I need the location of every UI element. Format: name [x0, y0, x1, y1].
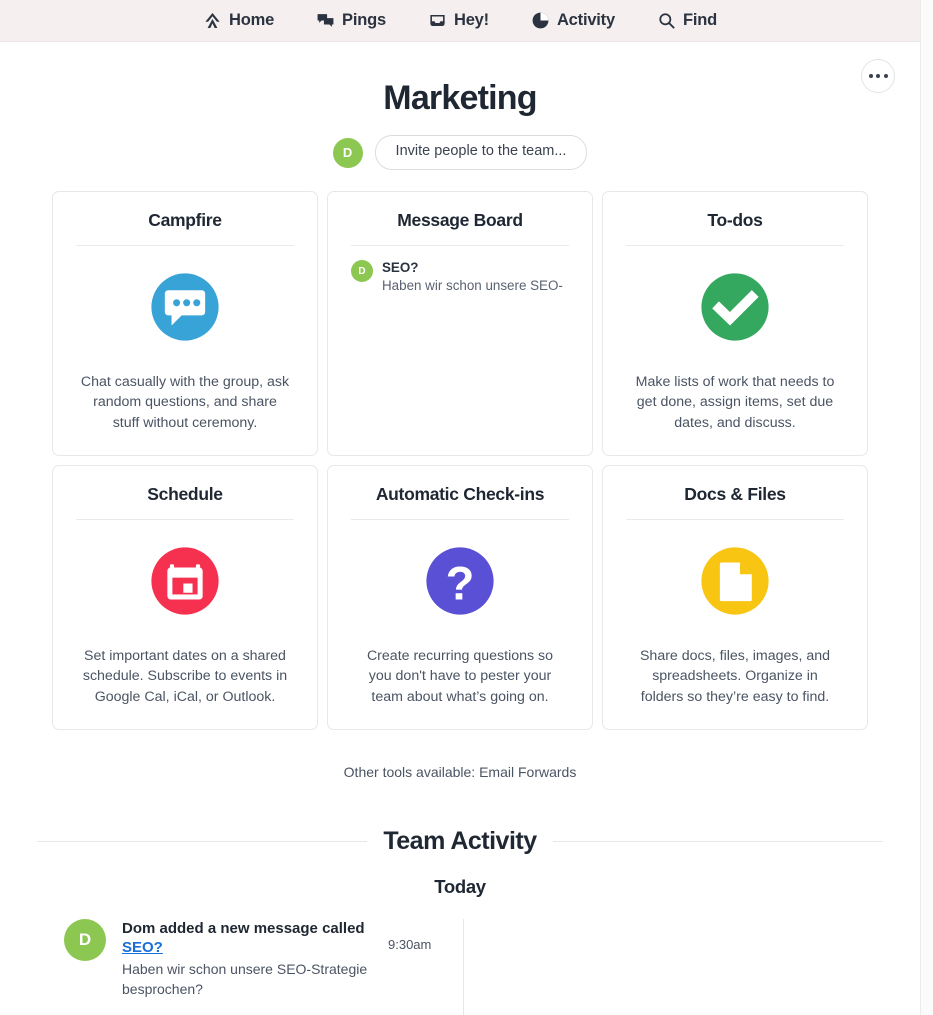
tool-card-icon-wrap — [76, 520, 294, 646]
divider-right — [552, 841, 883, 843]
chat-bubbles-icon — [316, 11, 335, 30]
calendar-icon — [143, 539, 227, 628]
document-page-icon — [693, 539, 777, 628]
message-excerpt: Haben wir schon unsere SEO- — [382, 278, 563, 294]
nav-item-pings-label: Pings — [342, 11, 386, 29]
ellipsis-dot-icon — [868, 74, 873, 78]
page-root: Home Pings Hey! Activity Find Marketing … — [0, 0, 920, 1015]
nav-item-hey-label: Hey! — [453, 11, 489, 29]
tool-card-title: Docs & Files — [626, 484, 844, 521]
tool-card-automatic-checkins[interactable]: Automatic Check-ins ? Create recurring q… — [327, 465, 593, 731]
project-header: Marketing D Invite people to the team... — [0, 42, 920, 171]
team-activity-header: Team Activity — [37, 827, 883, 856]
message-subject: SEO? — [382, 260, 419, 276]
tool-card-description: Set important dates on a shared schedule… — [82, 648, 288, 705]
other-tools-prefix: Other tools available: — [343, 764, 480, 781]
nav-item-activity[interactable]: Activity — [531, 11, 615, 30]
avatar: D — [64, 919, 106, 962]
invite-row: D Invite people to the team... — [0, 135, 920, 171]
nav-item-home[interactable]: Home — [203, 11, 274, 30]
checkmark-circle-icon — [693, 265, 777, 354]
activity-headline: Dom added a new message called — [122, 920, 365, 938]
home-tent-icon — [203, 11, 222, 30]
tool-card-icon-wrap — [626, 520, 844, 646]
ellipsis-dot-icon — [883, 74, 888, 78]
ellipsis-dot-icon — [876, 74, 880, 78]
tool-card-description: Chat casually with the group, ask random… — [80, 374, 290, 431]
nav-item-activity-label: Activity — [556, 11, 615, 29]
activity-message-link[interactable]: SEO? — [122, 939, 163, 956]
divider-left — [37, 841, 368, 843]
tool-card-icon-wrap: ? — [351, 520, 569, 646]
tool-card-description: Share docs, files, images, and spreadshe… — [639, 648, 831, 705]
activity-excerpt: Haben wir schon unsere SEO-Strategie bes… — [122, 961, 368, 997]
tool-card-title: Schedule — [76, 484, 294, 521]
activity-day-label: Today — [434, 876, 486, 898]
team-activity-title: Team Activity — [383, 827, 537, 856]
tools-grid: Campfire Chat casually with the group, a… — [52, 191, 868, 731]
svg-text:?: ? — [446, 556, 475, 609]
nav-item-find-label: Find — [682, 11, 717, 29]
nav-item-find[interactable]: Find — [657, 11, 717, 30]
activity-list: D Dom added a new message called SEO? Ha… — [0, 919, 920, 1015]
tool-card-todos[interactable]: To-dos Make lists of work that needs to … — [602, 191, 868, 457]
tool-card-description: Make lists of work that needs to get don… — [635, 374, 835, 431]
pie-clock-icon — [531, 11, 550, 30]
avatar: D — [332, 137, 363, 168]
invite-people-button[interactable]: Invite people to the team... — [374, 135, 588, 171]
magnifier-icon — [657, 11, 676, 30]
overflow-menu-button[interactable] — [861, 59, 895, 93]
timeline-divider — [463, 919, 464, 1015]
activity-entry-body: Dom added a new message called SEO? Habe… — [122, 919, 372, 999]
avatar: D — [351, 260, 373, 283]
inbox-tray-icon — [428, 11, 447, 30]
email-forwards-link[interactable]: Email Forwards — [479, 764, 576, 780]
tool-card-title: Campfire — [76, 210, 294, 247]
tool-card-title: Message Board — [351, 210, 569, 247]
tool-card-docs-files[interactable]: Docs & Files Share docs, files, images, … — [602, 465, 868, 731]
other-tools-line: Other tools available: Email Forwards — [0, 764, 920, 780]
top-navigation-bar: Home Pings Hey! Activity Find — [0, 0, 920, 42]
tool-card-title: Automatic Check-ins — [351, 484, 569, 521]
page-title: Marketing — [383, 79, 537, 117]
tool-card-message-board[interactable]: Message Board D SEO? Haben wir schon uns… — [327, 191, 593, 457]
vertical-scrollbar[interactable] — [920, 0, 933, 1015]
nav-item-pings[interactable]: Pings — [316, 11, 386, 30]
nav-item-home-label: Home — [229, 11, 275, 29]
tool-card-schedule[interactable]: Schedule Set important dates on a shared… — [52, 465, 318, 731]
activity-timestamp: 9:30am — [388, 937, 432, 953]
question-mark-circle-icon: ? — [418, 539, 502, 628]
activity-entry[interactable]: D Dom added a new message called SEO? Ha… — [0, 919, 920, 999]
tool-card-campfire[interactable]: Campfire Chat casually with the group, a… — [52, 191, 318, 457]
tool-card-icon-wrap — [76, 246, 294, 372]
tool-card-description: Create recurring questions so you don't … — [366, 648, 554, 705]
message-preview-item[interactable]: D SEO? Haben wir schon unsere SEO- — [351, 246, 569, 294]
tool-card-title: To-dos — [626, 210, 844, 247]
speech-bubble-icon — [143, 265, 227, 354]
tool-card-icon-wrap — [626, 246, 844, 372]
nav-item-hey[interactable]: Hey! — [428, 11, 489, 30]
